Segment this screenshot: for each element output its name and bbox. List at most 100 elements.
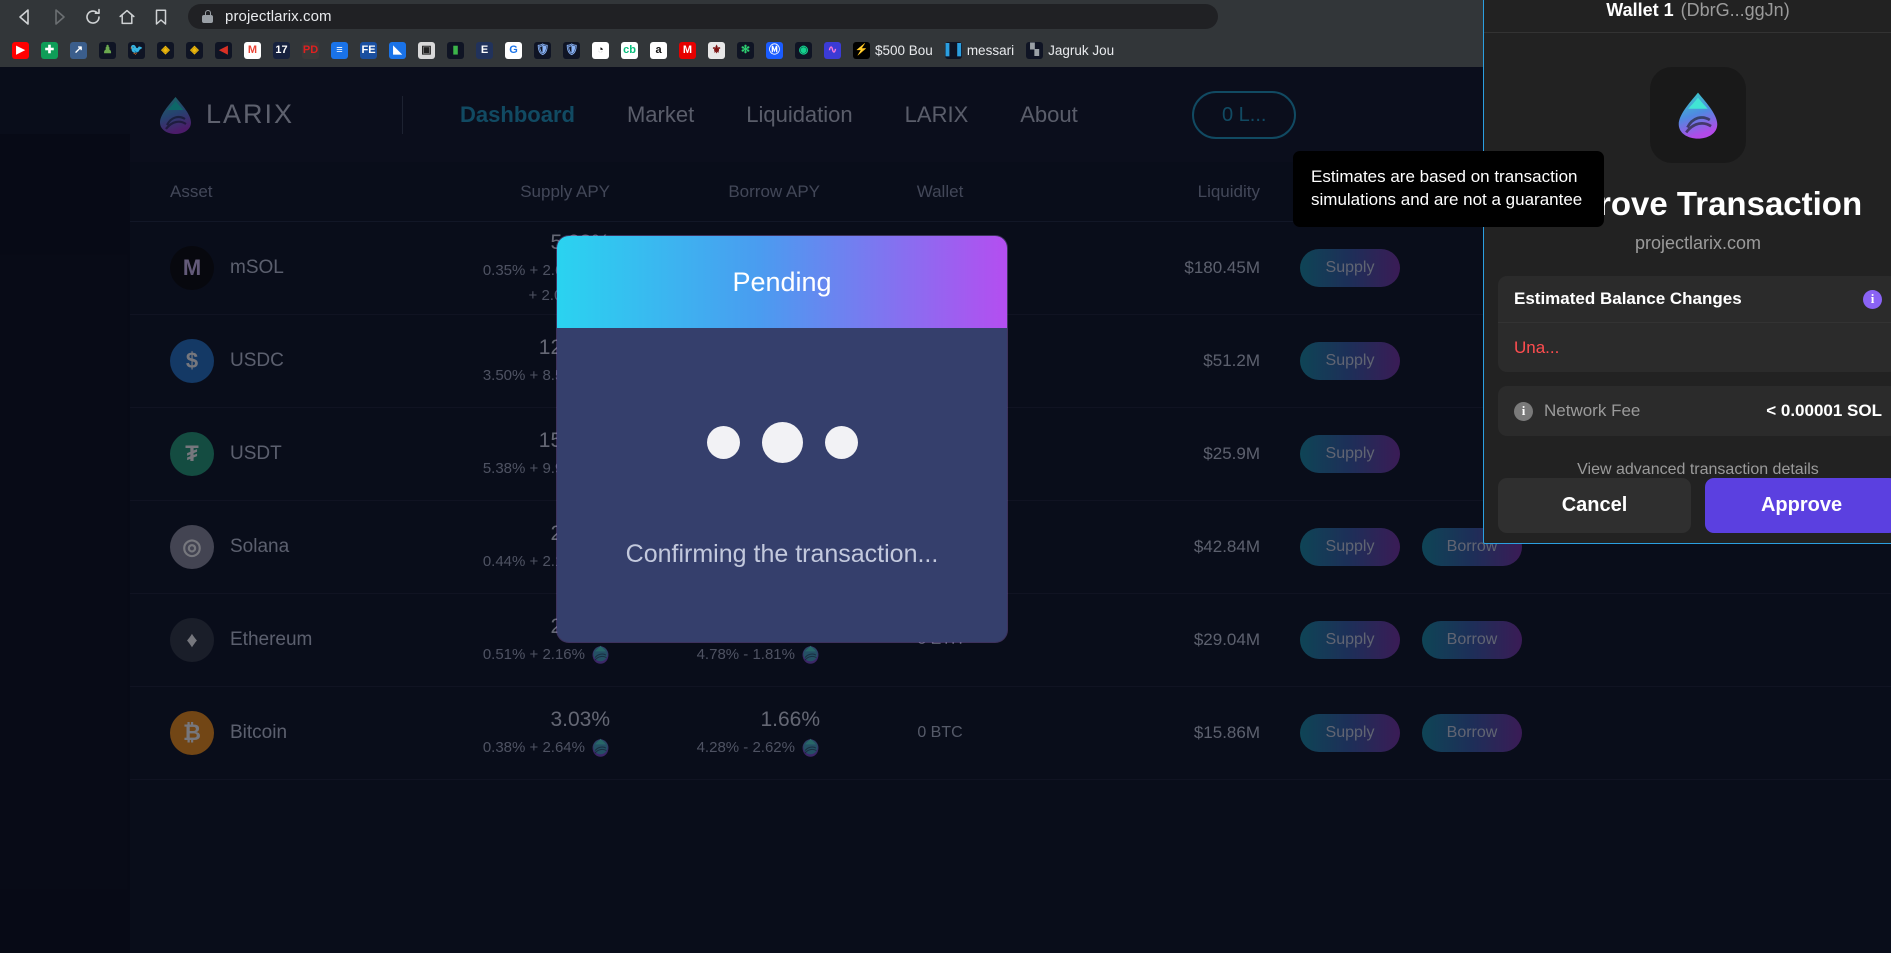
- sheets-icon: ✚: [41, 41, 58, 59]
- wallet-approval-popup: Wallet 1 (DbrG...ggJn) Approve Transacti…: [1293, 0, 1891, 544]
- network-fee-value: < 0.00001 SOL: [1766, 401, 1882, 420]
- network-fee-label: Network Fee: [1544, 401, 1641, 420]
- pd-icon: PD: [302, 41, 319, 59]
- bookmark-item[interactable]: E: [470, 37, 499, 63]
- bookmark-label: $500 Bou: [875, 42, 933, 58]
- loading-spinner-icon: [557, 422, 1007, 463]
- pending-modal-header: Pending: [557, 236, 1007, 328]
- seventeen-icon: 17: [273, 41, 290, 59]
- balance-changes-value: Una...: [1498, 322, 1891, 372]
- binance-icon: ◈: [157, 41, 174, 59]
- network-fee-card: i Network Fee < 0.00001 SOL: [1498, 386, 1891, 436]
- coinbase-icon: cb: [621, 41, 638, 59]
- bookmark-item[interactable]: ▮: [441, 37, 470, 63]
- pending-modal-message: Confirming the transaction...: [625, 540, 939, 568]
- crest-icon: ⚜: [708, 41, 725, 59]
- wallet-action-bar: Cancel Approve: [1484, 467, 1891, 543]
- info-icon[interactable]: i: [1514, 401, 1533, 421]
- approve-button[interactable]: Approve: [1705, 477, 1891, 533]
- bookmark-item[interactable]: ✻: [731, 37, 760, 63]
- cancel-button[interactable]: Cancel: [1498, 477, 1691, 533]
- reload-icon[interactable]: [76, 2, 110, 32]
- bookmark-item[interactable]: ◔: [586, 37, 615, 63]
- pinwheel-icon: ✻: [737, 41, 754, 59]
- bars-chart-icon: ▮: [447, 41, 464, 59]
- twitter-icon: 🐦: [128, 41, 145, 59]
- balance-changes-header: Estimated Balance Changes i: [1498, 276, 1891, 322]
- bookmark-item[interactable]: ▶: [6, 37, 35, 63]
- nansen-icon: ◔: [592, 41, 609, 59]
- wave-icon: ∿: [824, 41, 841, 59]
- bookmark-item[interactable]: 🛡: [528, 37, 557, 63]
- bookmark-icon[interactable]: [144, 2, 178, 32]
- balance-changes-card: Estimated Balance Changes i Una...: [1498, 276, 1891, 372]
- amazon-icon: a: [650, 41, 667, 59]
- kucoin-icon: ◀: [215, 41, 232, 59]
- bookmark-item[interactable]: ✚: [35, 37, 64, 63]
- docs-icon: ≡: [331, 41, 348, 59]
- bookmark-item[interactable]: ◉: [789, 37, 818, 63]
- bookmark-item[interactable]: PD: [296, 37, 325, 63]
- data-icon: ▣: [418, 41, 435, 59]
- wallet-account-name: Wallet 1: [1606, 0, 1674, 20]
- bookmark-item[interactable]: G: [499, 37, 528, 63]
- address-bar[interactable]: projectlarix.com: [188, 4, 1218, 29]
- fe-icon: FE: [360, 41, 377, 59]
- bookmark-label: messari: [966, 42, 1015, 58]
- google-news-icon: G: [505, 41, 522, 59]
- coinmarketcap-icon: Ⓜ: [766, 41, 783, 59]
- bookmark-item[interactable]: ♟: [93, 37, 122, 63]
- binance-alt-icon: ◈: [186, 41, 203, 59]
- bookmark-item[interactable]: 🐦: [122, 37, 151, 63]
- bookmark-item[interactable]: ⚜: [702, 37, 731, 63]
- etherscan-icon: E: [476, 41, 493, 59]
- bookmark-label: Jagruk Jou: [1048, 42, 1115, 58]
- bookmark-item[interactable]: 17: [267, 37, 296, 63]
- gmail-icon: M: [244, 41, 261, 59]
- bookmark-item[interactable]: ◈: [151, 37, 180, 63]
- forward-icon[interactable]: [42, 2, 76, 32]
- pending-modal-title: Pending: [732, 266, 832, 297]
- home-icon[interactable]: [110, 2, 144, 32]
- youtube-icon: ▶: [12, 41, 29, 59]
- balance-changes-label: Estimated Balance Changes: [1514, 289, 1742, 308]
- dapp-logo: [1650, 67, 1746, 163]
- messari-icon: ▌▐: [944, 41, 962, 59]
- bookmark-item[interactable]: ▣: [412, 37, 441, 63]
- bookmark-item[interactable]: ⚡ $500 Bou: [847, 37, 939, 63]
- bookmark-item[interactable]: 🛡: [557, 37, 586, 63]
- bookmark-item[interactable]: ▌▐ messari: [939, 37, 1020, 63]
- bookmark-item[interactable]: cb: [615, 37, 644, 63]
- medium-icon: M: [679, 41, 696, 59]
- page-icon: ◣: [389, 41, 406, 59]
- bookmark-item[interactable]: ◈: [180, 37, 209, 63]
- address-bar-url: projectlarix.com: [225, 8, 332, 25]
- back-icon[interactable]: [8, 2, 42, 32]
- pending-transaction-modal: Pending Confirming the transaction...: [557, 236, 1007, 642]
- wallet-account-address: (DbrG...ggJn): [1680, 0, 1790, 20]
- bookmark-item[interactable]: M: [238, 37, 267, 63]
- bookmark-item[interactable]: ◣: [383, 37, 412, 63]
- shield-icon: 🛡: [534, 41, 551, 59]
- bookmark-item[interactable]: ≡: [325, 37, 354, 63]
- bookmark-item[interactable]: M: [673, 37, 702, 63]
- chart-doc-icon: ↗: [70, 41, 87, 59]
- lock-icon: [202, 10, 213, 23]
- bookmark-item[interactable]: ▚ Jagruk Jou: [1020, 37, 1120, 63]
- info-icon[interactable]: i: [1863, 289, 1882, 309]
- info-tooltip: Estimates are based on transaction simul…: [1293, 151, 1604, 227]
- bolt-icon: ⚡: [853, 41, 870, 59]
- jagruk-icon: ▚: [1026, 41, 1044, 59]
- pending-modal-body: Confirming the transaction...: [557, 328, 1007, 642]
- larix-logo-icon: [1678, 92, 1718, 139]
- bookmark-item[interactable]: ∿: [818, 37, 847, 63]
- bookmark-item[interactable]: ↗: [64, 37, 93, 63]
- wallet-popup-origin: projectlarix.com: [1634, 233, 1762, 253]
- bookmark-item[interactable]: a: [644, 37, 673, 63]
- bookmark-item[interactable]: FE: [354, 37, 383, 63]
- dot-circle-icon: ◉: [795, 41, 812, 59]
- wallet-account-header: Wallet 1 (DbrG...ggJn): [1484, 0, 1891, 33]
- shield-alt-icon: 🛡: [563, 41, 580, 59]
- bookmark-item[interactable]: ◀: [209, 37, 238, 63]
- bookmark-item[interactable]: Ⓜ: [760, 37, 789, 63]
